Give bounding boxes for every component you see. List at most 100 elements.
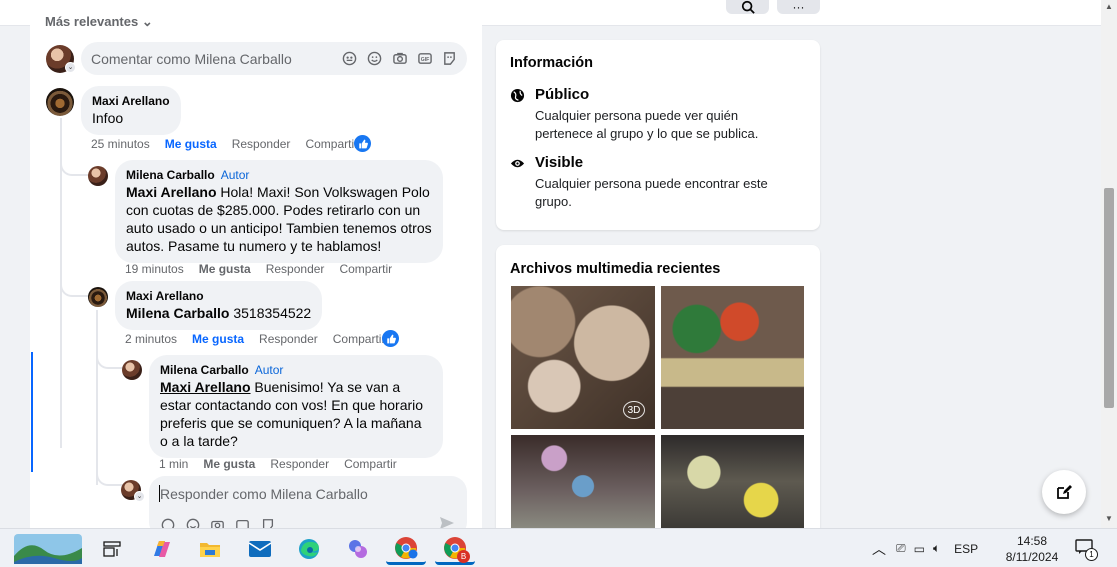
thread-connector: [96, 345, 126, 369]
info-row-public: Público Cualquier persona puede ver quié…: [510, 86, 785, 143]
chrome-profile-button[interactable]: [386, 533, 426, 565]
reply-button[interactable]: Responder: [232, 137, 291, 151]
info-title: Información: [510, 55, 593, 71]
avatar[interactable]: [88, 166, 108, 186]
clock-time: 14:58: [1016, 534, 1048, 548]
copilot-button[interactable]: [142, 533, 182, 565]
chrome-profile-b-button[interactable]: B: [435, 533, 475, 565]
gif-icon[interactable]: GIF: [416, 50, 433, 67]
comment-time[interactable]: 19 minutos: [125, 262, 184, 276]
avatar[interactable]: [46, 88, 74, 116]
info-card: Información Público Cualquier persona pu…: [496, 40, 820, 230]
comment-time[interactable]: 2 minutos: [125, 332, 177, 346]
like-button[interactable]: Me gusta: [203, 457, 255, 471]
share-button[interactable]: Compartir: [344, 457, 397, 471]
author-badge: Autor: [254, 363, 284, 377]
volume-icon[interactable]: 🔈︎: [933, 541, 940, 556]
task-view-icon: [103, 541, 121, 557]
widgets-button[interactable]: [12, 533, 84, 565]
info-row-desc: Cualquier persona puede encontrar este g…: [535, 176, 768, 209]
comment-actions: 25 minutos Me gusta Responder Compartir: [91, 137, 358, 151]
mention-link[interactable]: Maxi Arellano: [160, 379, 251, 395]
notification-count: 1: [1085, 548, 1098, 561]
comment-author[interactable]: Milena Carballo: [160, 363, 249, 377]
share-button[interactable]: Compartir: [305, 137, 358, 151]
reply-button[interactable]: Responder: [266, 262, 325, 276]
media-thumbnail[interactable]: [661, 286, 804, 429]
comment-time[interactable]: 25 minutos: [91, 137, 150, 151]
sticker-icon[interactable]: [441, 50, 458, 67]
landscape-icon: [14, 534, 82, 564]
comment-text: 3518354522: [229, 305, 312, 321]
notifications-button[interactable]: 1: [1075, 539, 1098, 561]
comment-actions: 1 min Me gusta Responder Compartir: [159, 457, 397, 471]
comment-bubble: Maxi Arellano Milena Carballo 3518354522: [115, 281, 323, 330]
new-message-button[interactable]: [1042, 470, 1086, 514]
comment-author[interactable]: Milena Carballo: [126, 168, 215, 182]
avatar[interactable]: [122, 360, 142, 380]
media-thumbnail[interactable]: [511, 435, 655, 528]
camera-icon[interactable]: [391, 50, 408, 67]
svg-text:GIF: GIF: [420, 57, 429, 63]
media-thumbnail[interactable]: 3D: [511, 286, 655, 429]
globe-icon: [510, 88, 525, 103]
comment-actions: 2 minutos Me gusta Responder Compartir: [125, 332, 385, 346]
info-row-title: Visible: [535, 154, 584, 171]
avatar-sticker-icon[interactable]: [341, 50, 358, 67]
clock[interactable]: 14:58 8/11/2024: [1002, 533, 1062, 565]
reply-button[interactable]: Responder: [259, 332, 318, 346]
media-title: Archivos multimedia recientes: [510, 261, 721, 277]
chevron-down-icon[interactable]: ⌄: [134, 491, 145, 502]
reply-input[interactable]: Responder como Milena Carballo: [160, 486, 368, 502]
reply-button[interactable]: Responder: [270, 457, 329, 471]
profile-badge: B: [457, 550, 470, 563]
meet-icon[interactable]: ⎚: [896, 541, 906, 556]
3d-badge: 3D: [623, 401, 645, 419]
system-tray: ︿ ⎚ ▭ 🔈︎ ESP: [872, 529, 978, 567]
like-reaction-icon[interactable]: [354, 135, 371, 152]
info-row-desc: Cualquier persona puede ver quién perten…: [535, 108, 759, 141]
like-reaction-icon[interactable]: [382, 330, 399, 347]
folder-icon: [200, 543, 220, 557]
mention-link[interactable]: Milena Carballo: [126, 305, 229, 321]
comment-composer[interactable]: Comentar como Milena Carballo GIF: [81, 42, 467, 75]
scrollbar-thumb[interactable]: [1104, 188, 1114, 408]
like-button[interactable]: Me gusta: [199, 262, 251, 276]
like-button[interactable]: Me gusta: [165, 137, 217, 151]
battery-icon[interactable]: ▭: [914, 542, 925, 556]
media-thumbnail[interactable]: [661, 435, 804, 528]
copilot-icon: [154, 541, 170, 557]
share-button[interactable]: Compartir: [333, 332, 386, 346]
like-button[interactable]: Me gusta: [192, 332, 244, 346]
file-explorer-button[interactable]: [190, 533, 230, 565]
chrome-icon: [395, 536, 418, 559]
sort-comments-dropdown[interactable]: Más relevantes ⌄: [45, 14, 153, 30]
comment-bubble: Maxi Arellano Infoo: [81, 86, 181, 135]
thread-connector: [96, 460, 124, 486]
info-row-visible: Visible Cualquier persona puede encontra…: [510, 154, 785, 211]
taskbar: B ︿ ⎚ ▭ 🔈︎ ESP 14:58 8/11/2024 1: [0, 528, 1117, 567]
search-button[interactable]: [726, 0, 769, 14]
comment-time[interactable]: 1 min: [159, 457, 188, 471]
scroll-down-icon[interactable]: ▼: [1105, 514, 1113, 523]
comment-input[interactable]: Comentar como Milena Carballo: [91, 51, 292, 67]
comment-author[interactable]: Maxi Arellano: [92, 93, 170, 109]
more-options-button[interactable]: ···: [777, 0, 820, 14]
comment-author[interactable]: Maxi Arellano: [126, 288, 311, 304]
comment-bubble: Milena Carballo Autor Maxi Arellano Hola!…: [115, 160, 443, 263]
mail-button[interactable]: [240, 533, 280, 565]
comment-text: Infoo: [92, 110, 124, 126]
chevron-down-icon[interactable]: ⌄: [65, 62, 76, 73]
share-button[interactable]: Compartir: [339, 262, 392, 276]
mention-link[interactable]: Maxi Arellano: [126, 184, 217, 200]
app-button[interactable]: [338, 533, 378, 565]
emoji-icon[interactable]: [366, 50, 383, 67]
task-view-button[interactable]: [92, 533, 132, 565]
edge-button[interactable]: [289, 533, 329, 565]
chevron-up-icon[interactable]: ︿: [872, 539, 886, 559]
avatar[interactable]: [88, 287, 108, 307]
language-indicator[interactable]: ESP: [954, 542, 978, 556]
scroll-up-icon[interactable]: ▲: [1105, 2, 1113, 11]
author-badge: Autor: [220, 168, 250, 182]
scrollbar[interactable]: ▲ ▼: [1101, 0, 1117, 528]
